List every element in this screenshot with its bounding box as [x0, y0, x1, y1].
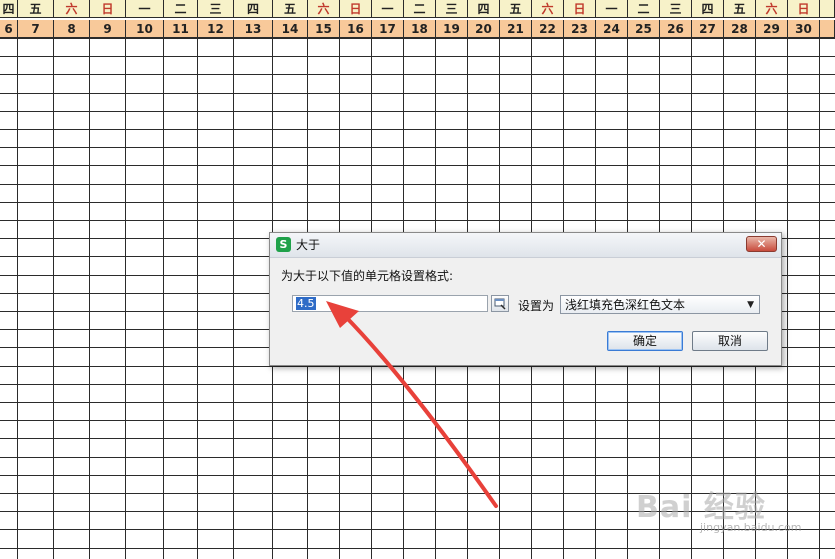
weekday-cell[interactable]: 五 [273, 0, 308, 18]
day-number-cell[interactable]: 26 [660, 20, 692, 38]
day-number-cell[interactable]: 9 [90, 20, 126, 38]
day-number-cell[interactable]: 12 [198, 20, 234, 38]
threshold-value-input[interactable]: 4.5 [292, 295, 488, 312]
weekday-cell[interactable]: 五 [500, 0, 532, 18]
threshold-value-text: 4.5 [296, 297, 316, 310]
weekday-cell[interactable]: 日 [340, 0, 372, 18]
weekday-cell[interactable]: 二 [404, 0, 436, 18]
format-style-dropdown[interactable]: 浅红填充色深红色文本 ▼ [560, 295, 760, 314]
day-number-cell[interactable]: 13 [234, 20, 273, 38]
weekday-cell[interactable]: 日 [90, 0, 126, 18]
chevron-down-icon: ▼ [747, 300, 754, 310]
weekday-cell[interactable]: 六 [756, 0, 788, 18]
weekday-cell[interactable]: 日 [564, 0, 596, 18]
day-number-cell[interactable]: 17 [372, 20, 404, 38]
range-select-icon [494, 298, 506, 310]
ok-button[interactable]: 确定 [607, 331, 683, 351]
day-number-cell[interactable]: 18 [404, 20, 436, 38]
weekday-cell[interactable] [820, 0, 835, 18]
weekday-cell[interactable]: 二 [164, 0, 198, 18]
weekday-cell[interactable]: 一 [126, 0, 164, 18]
watermark-subtext: jingyan.baidu.com [700, 521, 802, 534]
weekday-header-row: 四五六日一二三四五六日一二三四五六日一二三四五六日 [0, 0, 835, 18]
weekday-cell[interactable]: 四 [468, 0, 500, 18]
weekday-cell[interactable]: 日 [788, 0, 820, 18]
weekday-cell[interactable]: 四 [0, 0, 18, 18]
cell-picker-button[interactable] [491, 295, 509, 312]
format-selected-value: 浅红填充色深红色文本 [565, 298, 686, 312]
day-number-cell[interactable]: 30 [788, 20, 820, 38]
day-number-cell[interactable]: 14 [273, 20, 308, 38]
day-number-cell[interactable]: 15 [308, 20, 340, 38]
day-number-cell[interactable]: 20 [468, 20, 500, 38]
set-as-label: 设置为 [518, 299, 555, 313]
greater-than-dialog: S 大于 ✕ 为大于以下值的单元格设置格式: 4.5 设置为 浅红填充色深红色文… [269, 232, 782, 366]
day-number-cell[interactable]: 27 [692, 20, 724, 38]
weekday-cell[interactable]: 三 [198, 0, 234, 18]
day-number-cell[interactable]: 29 [756, 20, 788, 38]
weekday-cell[interactable]: 三 [660, 0, 692, 18]
weekday-cell[interactable]: 三 [436, 0, 468, 18]
weekday-cell[interactable]: 一 [596, 0, 628, 18]
close-button[interactable]: ✕ [746, 236, 777, 252]
day-number-cell[interactable]: 23 [564, 20, 596, 38]
day-number-cell[interactable]: 24 [596, 20, 628, 38]
day-number-cell[interactable]: 19 [436, 20, 468, 38]
weekday-cell[interactable]: 四 [692, 0, 724, 18]
day-number-cell[interactable] [820, 20, 835, 38]
dialog-title: 大于 [296, 238, 321, 252]
day-number-cell[interactable]: 25 [628, 20, 660, 38]
wps-spreadsheet-icon: S [276, 237, 291, 252]
day-number-header-row: 6 7 8 9 10 11 12 13 14 15 16 17 18 19 20 21 22 23 24 25 26 27… [0, 20, 835, 38]
day-number-cell[interactable]: 11 [164, 20, 198, 38]
weekday-cell[interactable]: 二 [628, 0, 660, 18]
weekday-cell[interactable]: 六 [532, 0, 564, 18]
day-number-cell[interactable]: 10 [126, 20, 164, 38]
day-number-cell[interactable]: 8 [54, 20, 90, 38]
weekday-cell[interactable]: 四 [234, 0, 273, 18]
day-number-cell[interactable]: 22 [532, 20, 564, 38]
prompt-label: 为大于以下值的单元格设置格式: [281, 269, 454, 283]
dialog-titlebar[interactable]: S 大于 ✕ [270, 233, 781, 258]
day-number-cell[interactable]: 28 [724, 20, 756, 38]
weekday-cell[interactable]: 六 [308, 0, 340, 18]
day-number-cell[interactable]: 6 [0, 20, 18, 38]
weekday-cell[interactable]: 五 [18, 0, 54, 18]
day-number-cell[interactable]: 16 [340, 20, 372, 38]
weekday-cell[interactable]: 六 [54, 0, 90, 18]
baidu-watermark: Bai 经验 [636, 490, 766, 525]
cancel-button[interactable]: 取消 [692, 331, 768, 351]
day-number-cell[interactable]: 7 [18, 20, 54, 38]
day-number-cell[interactable]: 21 [500, 20, 532, 38]
weekday-cell[interactable]: 一 [372, 0, 404, 18]
weekday-cell[interactable]: 五 [724, 0, 756, 18]
